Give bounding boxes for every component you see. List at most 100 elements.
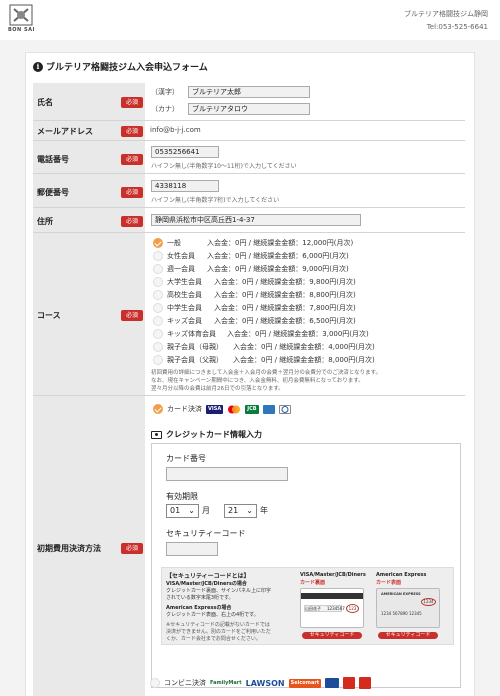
seicomart-logo-icon: Seicomart: [288, 678, 322, 688]
card-section-header: クレジットカード情報入力: [151, 429, 262, 440]
required-badge: 必須: [121, 216, 143, 227]
course-name: 中学生会員: [167, 304, 202, 312]
course-price: 入会金：0円 / 継続課金金額：12,000円(月次): [207, 239, 354, 247]
site-header: BON SAI ブルテリア格闘技ジム静岡 Tel:053-525-6641: [0, 0, 500, 40]
course-price: 入会金：0円 / 継続課金金額：8,800円(月次): [214, 291, 356, 299]
gym-logo[interactable]: BON SAI: [6, 4, 36, 36]
cvv-help-visa-head: VISA/Master/JCB/Dinersの場合: [166, 581, 247, 587]
course-price: 入会金：0円 / 継続課金金額：8,000円(月次): [233, 356, 375, 364]
postal-label: 郵便番号: [37, 188, 69, 197]
cvv-help-title: 【セキュリティーコードとは】: [166, 573, 250, 580]
chevron-down-icon: ⌄: [188, 506, 195, 515]
cvv-help-amex-body: クレジットカード表面、右上の4桁です。: [166, 612, 259, 618]
row-postal: 郵便番号 必須 4338118 ハイフン無し(半角数字7桁)で入力してください: [33, 174, 465, 208]
card-icon: [151, 430, 162, 439]
year-unit: 年: [260, 506, 268, 515]
card-number-input[interactable]: [166, 467, 288, 481]
course-name: キッズ体育会員: [167, 330, 216, 338]
course-price: 入会金：0円 / 継続課金金額：4,000円(月次): [233, 343, 375, 351]
course-option[interactable]: 週一会員 入会金：0円 / 継続課金金額：9,000円(月次): [153, 264, 349, 274]
course-name: キッズ会員: [167, 317, 202, 325]
card-form-box: カード番号 有効期限 01 ⌄ 月 21 ⌄ 年 セキュリティーコード 【セキュリテ…: [151, 443, 461, 688]
course-option[interactable]: 親子会員（母親） 入会金：0円 / 継続課金金額：4,000円(月次): [153, 342, 375, 352]
header-info: ブルテリア格闘技ジム静岡 Tel:053-525-6641: [404, 8, 488, 34]
course-option[interactable]: 高校生会員 入会金：0円 / 継続課金金額：8,800円(月次): [153, 290, 356, 300]
card-back-image: 山田花子 1234567 123: [300, 588, 364, 628]
address-input[interactable]: 静岡県浜松市中区高丘西1-4-37: [151, 214, 361, 226]
card-back-name: 山田花子: [305, 606, 321, 611]
ministop-logo-icon: [325, 678, 340, 688]
kanji-name-input[interactable]: ブルテリア太郎: [188, 86, 310, 98]
radio-button[interactable]: [153, 303, 163, 313]
card-section-title: クレジットカード情報入力: [166, 430, 262, 439]
course-name: 親子会員（母親）: [167, 343, 223, 351]
name-label: 氏名: [37, 98, 53, 107]
course-label: コース: [37, 311, 61, 320]
expiry-year-select[interactable]: 21 ⌄: [224, 504, 257, 518]
conveni-payment-option[interactable]: コンビニ決済 FamilyMart LAWSON Seicomart: [150, 677, 372, 689]
phone-input[interactable]: 0535256641: [151, 146, 219, 158]
cvv-help-note-2: 決済ができません。別のカードをご利用いただ: [166, 629, 271, 635]
mastercard-logo-icon: [227, 405, 241, 414]
email-label: メールアドレス: [37, 127, 93, 136]
lawson-logo-icon: LAWSON: [245, 678, 285, 688]
radio-button[interactable]: [153, 277, 163, 287]
expiry-month-value: 01: [170, 506, 181, 515]
radio-button[interactable]: [153, 238, 163, 248]
course-option[interactable]: 大学生会員 入会金：0円 / 継続課金金額：9,800円(月次): [153, 277, 356, 287]
course-note-2: なお、現在キャンペーン期間中につき、入会金無料、初月会費無料となっております。: [151, 378, 364, 384]
expiry-label: 有効期限: [166, 492, 198, 501]
label-cell: メールアドレス 必須: [33, 121, 145, 140]
postal-input[interactable]: 4338118: [151, 180, 219, 192]
row-email: メールアドレス 必須 info@b-j-j.com: [33, 121, 465, 141]
card-back-cvv: 123: [346, 604, 359, 613]
course-option[interactable]: 一般 入会金：0円 / 継続課金金額：12,000円(月次): [153, 238, 353, 248]
amex-number: 1234 567890 12345: [381, 611, 422, 616]
form-title-text: ブルテリア格闘技ジム入会申込フォーム: [46, 63, 208, 73]
course-option[interactable]: キッズ会員 入会金：0円 / 継続課金金額：6,500円(月次): [153, 316, 356, 326]
amex-card-brand: AMERICAN EXPRESS: [381, 592, 421, 596]
course-option[interactable]: キッズ体育会員 入会金：0円 / 継続課金金額：3,000円(月次): [153, 329, 369, 339]
course-name: 女性会員: [167, 252, 195, 260]
radio-button[interactable]: [153, 355, 163, 365]
radio-button[interactable]: [153, 329, 163, 339]
amex-cvv: 1234: [421, 598, 436, 606]
course-price: 入会金：0円 / 継続課金金額：6,500円(月次): [214, 317, 356, 325]
cvv-help-visa-body-2: されている数字末尾3桁です。: [166, 595, 234, 601]
phone-number[interactable]: Tel:053-525-6641: [404, 21, 488, 34]
card-back-title: VISA/Master/JCB/Diners: [300, 572, 366, 578]
dailyyamazaki-logo-icon: [343, 677, 356, 689]
radio-button[interactable]: [153, 290, 163, 300]
info-icon: i: [33, 61, 43, 72]
conveni-radio-button[interactable]: [150, 678, 160, 688]
conveni-option-label: コンビニ決済: [164, 679, 206, 687]
card-radio-button[interactable]: [153, 404, 163, 414]
cvv-input[interactable]: [166, 542, 218, 556]
diners-logo-icon: [278, 404, 291, 414]
course-option[interactable]: 女性会員 入会金：0円 / 継続課金金額：6,000円(月次): [153, 251, 349, 261]
phone-label: 電話番号: [37, 155, 69, 164]
expiry-month-select[interactable]: 01 ⌄: [166, 504, 199, 518]
required-badge: 必須: [121, 187, 143, 198]
radio-button[interactable]: [153, 251, 163, 261]
course-option[interactable]: 中学生会員 入会金：0円 / 継続課金金額：7,800円(月次): [153, 303, 356, 313]
course-name: 大学生会員: [167, 278, 202, 286]
jcb-logo-icon: JCB: [245, 404, 259, 414]
card-back-number: 1234567: [327, 606, 345, 611]
site-name: ブルテリア格闘技ジム静岡: [404, 10, 488, 18]
course-option[interactable]: 親子会員（父親） 入会金：0円 / 継続課金金額：8,000円(月次): [153, 355, 375, 365]
chevron-down-icon: ⌄: [246, 506, 253, 515]
radio-button[interactable]: [153, 342, 163, 352]
required-badge: 必須: [121, 126, 143, 137]
card-payment-option[interactable]: カード決済 VISA JCB: [153, 404, 291, 414]
phone-hint: ハイフン無し(半角数字10〜11桁)で入力してください: [151, 163, 297, 170]
radio-button[interactable]: [153, 264, 163, 274]
course-price: 入会金：0円 / 継続課金金額：6,000円(月次): [207, 252, 349, 260]
course-name: 週一会員: [167, 265, 195, 273]
kana-name-input[interactable]: ブルテリアタロウ: [188, 103, 310, 115]
label-cell: 住所 必須: [33, 208, 145, 232]
email-value[interactable]: info@b-j-j.com: [150, 126, 201, 134]
course-name: 高校生会員: [167, 291, 202, 299]
radio-button[interactable]: [153, 316, 163, 326]
kana-label: （カナ）: [151, 105, 179, 113]
